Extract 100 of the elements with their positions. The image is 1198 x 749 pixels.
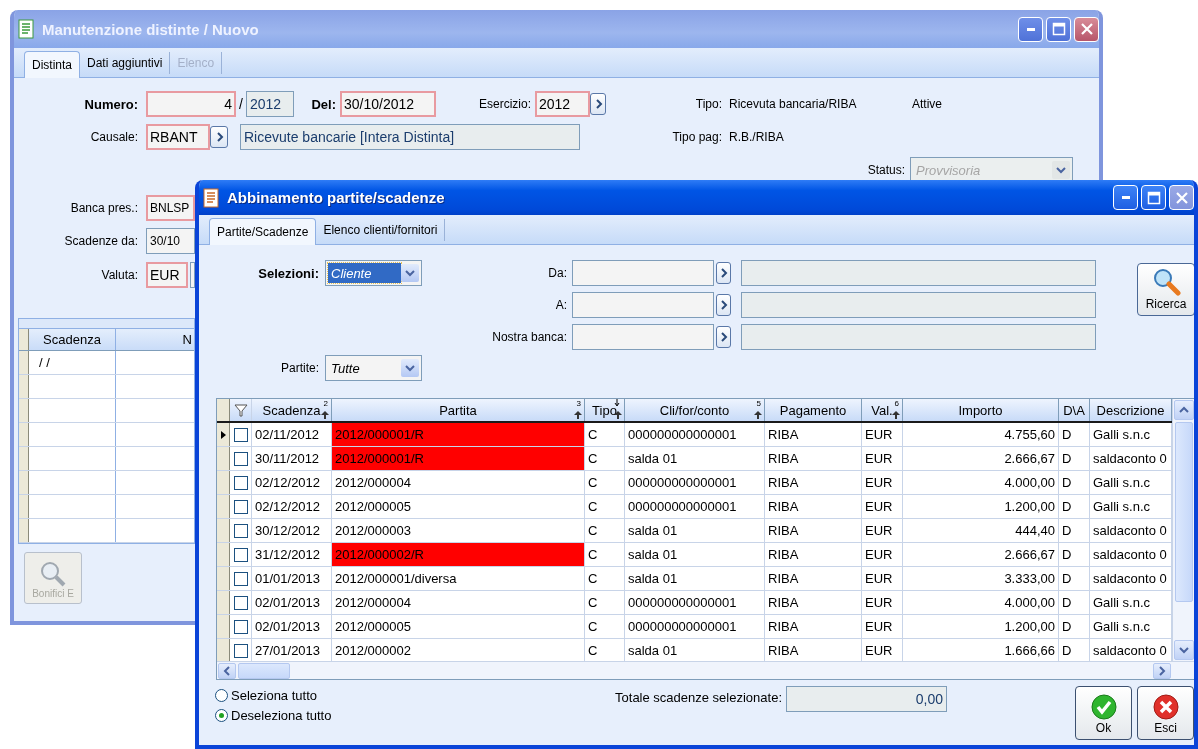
column-label: Pagamento: [779, 402, 847, 418]
maximize-button[interactable]: [1046, 16, 1071, 42]
vertical-scrollbar[interactable]: [1172, 399, 1194, 661]
tab[interactable]: Distinta: [24, 51, 80, 78]
column-header[interactable]: Pagamento: [765, 399, 862, 421]
input-field[interactable]: [190, 262, 195, 288]
table-cell: D: [1059, 423, 1090, 446]
table-cell: RIBA: [765, 543, 862, 566]
row-checkbox[interactable]: [233, 499, 248, 514]
row-checkbox[interactable]: [233, 451, 248, 466]
lookup-button[interactable]: [210, 126, 228, 148]
table-cell: 1.200,00: [903, 615, 1059, 638]
search-button[interactable]: Ricerca: [1137, 263, 1194, 316]
column-header[interactable]: Importo: [903, 399, 1059, 421]
row-checkbox[interactable]: [233, 619, 248, 634]
table-cell: 4.755,60: [903, 423, 1059, 446]
row-checkbox[interactable]: [233, 547, 248, 562]
sort-order-text: 5: [756, 399, 761, 408]
field-label: Da:: [547, 266, 567, 280]
table-cell: RIBA: [765, 423, 862, 446]
row-checkbox[interactable]: [233, 427, 248, 442]
filter-icon: [233, 403, 248, 417]
tab[interactable]: Elenco clienti/fornitori: [316, 219, 446, 241]
sort-order-text: 6: [894, 399, 899, 408]
field-label: Status:: [866, 163, 905, 177]
table-cell: salda 01: [625, 519, 765, 542]
table-cell: C: [585, 423, 625, 446]
sort-order-text: 2: [323, 399, 328, 408]
close-button[interactable]: [1169, 185, 1194, 210]
table-cell: C: [585, 567, 625, 590]
filter-field[interactable]: [572, 292, 714, 318]
row-checkbox[interactable]: [233, 571, 248, 586]
checkmark-icon: [1089, 693, 1118, 721]
table-cell: 444,40: [903, 519, 1059, 542]
scroll-thumb[interactable]: [1175, 422, 1193, 602]
radio-button[interactable]: [215, 709, 228, 722]
year-field[interactable]: 2012: [246, 91, 294, 117]
tab[interactable]: Partite/Scadenze: [209, 218, 317, 245]
table-cell: 30/12/2012: [252, 519, 332, 542]
filter-dropdown[interactable]: Tutte: [325, 355, 422, 381]
total-field[interactable]: 0,00: [786, 686, 947, 712]
number-field[interactable]: 4: [146, 91, 236, 117]
description-field[interactable]: [741, 292, 1096, 318]
row-checkbox[interactable]: [233, 475, 248, 490]
cancel-button[interactable]: Esci: [1137, 686, 1194, 740]
selection-dropdown[interactable]: Cliente: [325, 260, 422, 286]
date-field[interactable]: 30/10/2012: [340, 91, 436, 117]
cross-icon: [1151, 693, 1180, 721]
table-cell: RIBA: [765, 471, 862, 494]
column-header[interactable]: Scadenza: [29, 329, 116, 350]
scroll-left-button[interactable]: [218, 662, 236, 679]
row-header-cell: [19, 351, 29, 374]
table-cell: D: [1059, 567, 1090, 590]
row-checkbox[interactable]: [233, 595, 248, 610]
scroll-right-button[interactable]: [1153, 662, 1171, 679]
maximize-button[interactable]: [1141, 185, 1166, 210]
table-cell: EUR: [862, 543, 903, 566]
column-header[interactable]: D\A: [1059, 399, 1090, 421]
field-label: A:: [554, 298, 567, 312]
table-cell: 000000000000001: [625, 423, 765, 446]
table-cell: 2012/000002/R: [332, 543, 585, 566]
bank-field[interactable]: BNLSP: [146, 195, 195, 221]
column-header[interactable]: Cli/for/conto 5: [625, 399, 765, 421]
lookup-button[interactable]: [590, 93, 606, 115]
lookup-button[interactable]: [716, 294, 731, 316]
tab[interactable]: Dati aggiuntivi: [80, 52, 171, 74]
column-header[interactable]: Partita 3: [332, 399, 585, 421]
window-title: Manutenzione distinte / Nuovo: [42, 20, 259, 38]
row-indicator[interactable]: [217, 423, 230, 446]
row-checkbox[interactable]: [233, 643, 248, 658]
close-button[interactable]: [1074, 16, 1099, 42]
year-field[interactable]: 2012: [535, 91, 590, 117]
column-label: Descrizione: [1096, 402, 1165, 418]
table-cell: salda 01: [625, 567, 765, 590]
scroll-down-button[interactable]: [1174, 640, 1194, 660]
description-field[interactable]: [741, 324, 1096, 350]
column-header[interactable]: Scadenza 2: [252, 399, 332, 421]
field-label: Tipo pag:: [671, 130, 722, 144]
column-header[interactable]: Tipo: [585, 399, 625, 421]
ok-button[interactable]: Ok: [1075, 686, 1132, 740]
description-field[interactable]: Ricevute bancarie [Intera Distinta]: [240, 124, 580, 150]
lookup-button[interactable]: [716, 326, 731, 348]
scroll-up-button[interactable]: [1174, 400, 1194, 420]
description-field[interactable]: [741, 260, 1096, 286]
filter-field[interactable]: [572, 260, 714, 286]
chevron-right-icon: [719, 299, 728, 311]
minimize-button[interactable]: [1113, 185, 1138, 210]
table-cell: 2012/000001/diversa: [332, 567, 585, 590]
lookup-button[interactable]: [716, 262, 731, 284]
code-field[interactable]: RBANT: [146, 124, 210, 150]
minimize-button[interactable]: [1018, 16, 1043, 42]
row-checkbox[interactable]: [233, 523, 248, 538]
date-field[interactable]: 30/10: [146, 228, 195, 254]
radio-button[interactable]: [215, 689, 228, 702]
close-icon: [1079, 22, 1094, 36]
currency-field[interactable]: EUR: [146, 262, 188, 288]
filter-field[interactable]: [572, 324, 714, 350]
scroll-thumb[interactable]: [238, 662, 290, 679]
table-cell: 4.000,00: [903, 471, 1059, 494]
horizontal-scrollbar[interactable]: [217, 661, 1194, 679]
